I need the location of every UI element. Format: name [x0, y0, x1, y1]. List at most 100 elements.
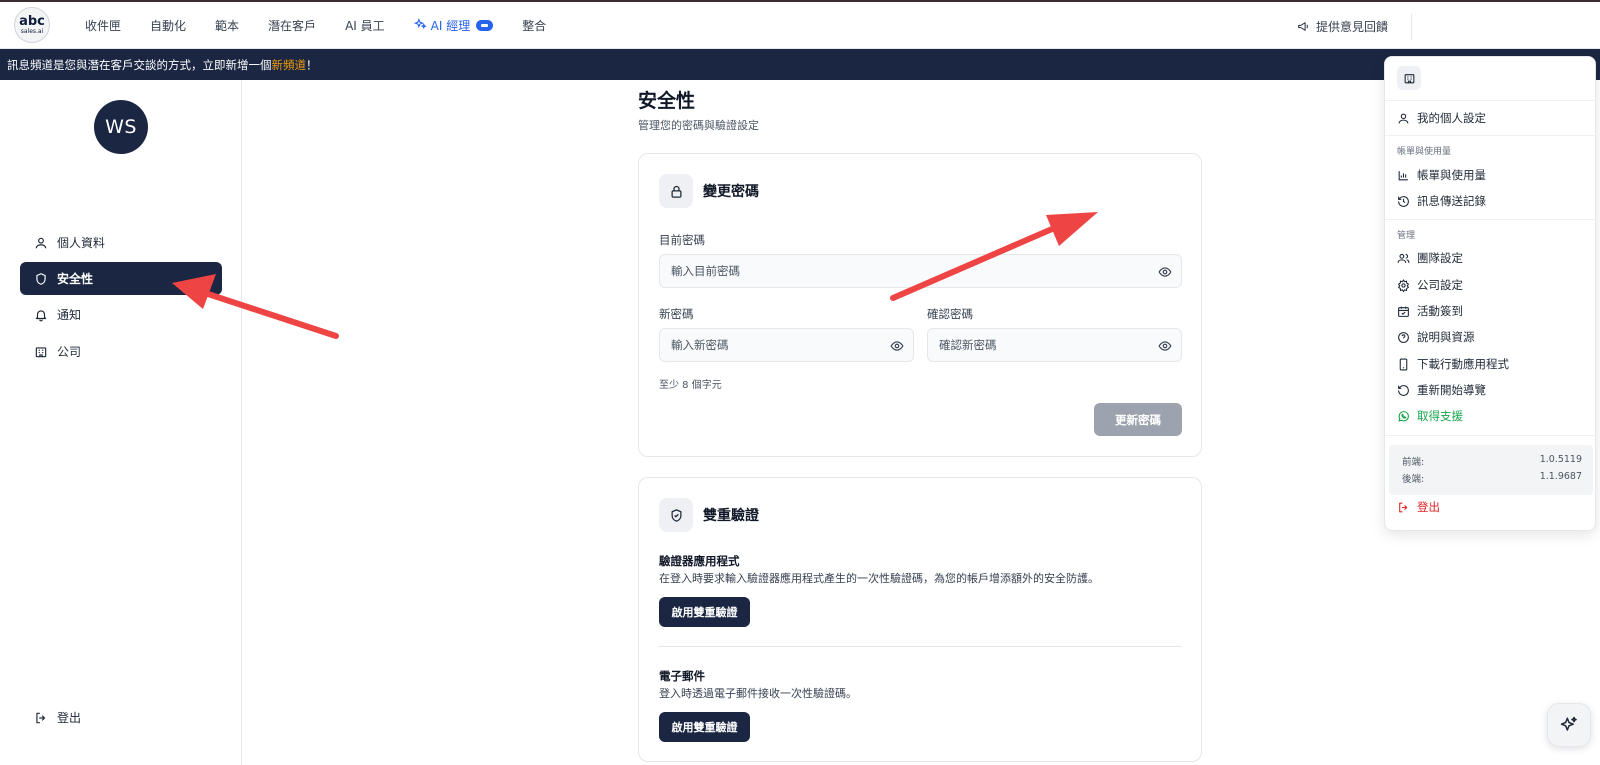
- eye-icon[interactable]: [1158, 265, 1172, 279]
- menu-item-message-log[interactable]: 訊息傳送記錄: [1397, 193, 1486, 209]
- sidebar-item-profile[interactable]: 個人資料: [20, 226, 222, 259]
- section-divider: [659, 646, 1181, 647]
- app-logo[interactable]: abc sales.ai: [14, 7, 50, 43]
- history-icon: [1397, 195, 1410, 208]
- menu-item-label: 登出: [1417, 500, 1440, 514]
- nav-item-templates[interactable]: 範本: [215, 17, 239, 34]
- users-icon: [1397, 252, 1410, 265]
- change-password-title: 變更密碼: [703, 184, 759, 200]
- enable-2fa-app-button[interactable]: 啟用雙重驗證: [659, 597, 750, 627]
- page-title: 安全性: [638, 90, 696, 112]
- banner-text: 訊息頻道是您與潛在客戶交談的方式，立即新增一個: [7, 57, 272, 72]
- avatar: WS: [94, 100, 148, 154]
- logout-icon: [1397, 501, 1410, 514]
- feedback-label: 提供意見回饋: [1316, 20, 1389, 34]
- nav-item-automation[interactable]: 自動化: [150, 17, 186, 34]
- bar-chart-icon: [1397, 169, 1410, 182]
- menu-item-download-app[interactable]: 下載行動應用程式: [1397, 356, 1509, 372]
- ai-assistant-button[interactable]: [1547, 703, 1591, 747]
- menu-group-billing: 帳單與使用量: [1397, 147, 1452, 157]
- menu-divider: [1385, 435, 1597, 436]
- menu-item-label: 活動簽到: [1417, 304, 1463, 318]
- channel-banner: 訊息頻道是您與潛在客戶交談的方式，立即新增一個 新頻道 ！: [0, 49, 1600, 80]
- eye-icon[interactable]: [890, 339, 904, 353]
- menu-item-label: 訊息傳送記錄: [1417, 194, 1486, 208]
- banner-suffix: ！: [306, 57, 318, 72]
- menu-item-billing[interactable]: 帳單與使用量: [1397, 167, 1486, 183]
- change-password-header: 變更密碼: [659, 174, 759, 208]
- two-factor-card: 雙重驗證 驗證器應用程式 在登入時要求輸入驗證器應用程式產生的一次性驗證碼，為您…: [638, 477, 1202, 762]
- menu-header: [1385, 57, 1597, 101]
- nav-item-leads[interactable]: 潛在客戶: [268, 17, 316, 34]
- current-password-field: [659, 254, 1182, 288]
- new-password-label: 新密碼: [659, 307, 694, 321]
- shield-check-icon: [659, 498, 693, 532]
- menu-item-team[interactable]: 團隊設定: [1397, 250, 1463, 266]
- sidebar-item-security[interactable]: 安全性: [20, 262, 222, 295]
- menu-item-checkin[interactable]: 活動簽到: [1397, 303, 1463, 319]
- menu-item-help[interactable]: 說明與資源: [1397, 329, 1475, 345]
- sidebar-logout-label: 登出: [57, 711, 82, 725]
- sidebar-item-notifications[interactable]: 通知: [20, 298, 222, 331]
- new-password-input[interactable]: [660, 329, 913, 361]
- logo-subtext: sales.ai: [20, 28, 44, 35]
- menu-item-label: 下載行動應用程式: [1417, 357, 1509, 371]
- nav-item-ai-employee[interactable]: AI 員工: [345, 17, 385, 34]
- menu-divider: [1385, 219, 1597, 220]
- gear-icon: [1397, 278, 1410, 292]
- avatar-name-obscured: [88, 164, 158, 168]
- change-password-card: 變更密碼 目前密碼 新密碼 確認密碼 至少 8 個字元 更新密碼: [638, 153, 1202, 457]
- nav-item-ai-manager[interactable]: AI 經理: [413, 17, 494, 34]
- menu-item-logout[interactable]: 登出: [1397, 499, 1440, 515]
- email-2fa-title: 電子郵件: [659, 669, 705, 683]
- lock-icon: [659, 174, 693, 208]
- sparkle-icon: [413, 17, 427, 34]
- whatsapp-icon: [1397, 410, 1410, 423]
- sidebar-logout-button[interactable]: 登出: [34, 709, 81, 726]
- menu-item-label: 取得支援: [1417, 409, 1463, 423]
- sidebar-item-label: 個人資料: [57, 236, 106, 250]
- authenticator-app-description: 在登入時要求輸入驗證器應用程式產生的一次性驗證碼，為您的帳戶增添額外的安全防護。: [659, 572, 1099, 585]
- password-hint: 至少 8 個字元: [659, 380, 722, 391]
- logout-icon: [34, 711, 48, 725]
- settings-sidebar: WS 個人資料 安全性 通知 公司 登出: [0, 80, 242, 765]
- nav-item-integrations[interactable]: 整合: [522, 17, 546, 34]
- nav-menu: 收件匣 自動化 範本 潛在客戶 AI 員工 AI 經理 整合: [85, 2, 575, 49]
- user-icon: [1397, 112, 1410, 125]
- menu-item-support[interactable]: 取得支援: [1397, 408, 1463, 424]
- help-circle-icon: [1397, 331, 1410, 344]
- banner-link[interactable]: 新頻道: [272, 57, 307, 73]
- eye-icon[interactable]: [1158, 339, 1172, 353]
- authenticator-app-title: 驗證器應用程式: [659, 554, 740, 568]
- nav-divider: [1411, 14, 1412, 40]
- menu-item-label: 帳單與使用量: [1417, 168, 1486, 182]
- feedback-button[interactable]: 提供意見回饋: [1297, 18, 1388, 35]
- update-password-button[interactable]: 更新密碼: [1094, 403, 1182, 436]
- logo-text: abc: [19, 14, 45, 29]
- confirm-password-label: 確認密碼: [927, 307, 973, 321]
- sidebar-item-label: 安全性: [57, 272, 94, 286]
- two-factor-title: 雙重驗證: [703, 508, 759, 524]
- user-icon: [34, 236, 48, 250]
- menu-item-restart-tour[interactable]: 重新開始導覽: [1397, 382, 1486, 398]
- sidebar-item-company[interactable]: 公司: [20, 335, 222, 368]
- building-icon: [1397, 66, 1421, 90]
- frontend-version-row: 前端: 1.0.5119: [1402, 454, 1582, 468]
- avatar-initials: WS: [105, 116, 137, 138]
- menu-item-my-settings[interactable]: 我的個人設定: [1397, 110, 1486, 126]
- current-password-label: 目前密碼: [659, 233, 705, 247]
- enable-2fa-email-button[interactable]: 啟用雙重驗證: [659, 712, 750, 742]
- megaphone-icon: [1297, 20, 1310, 33]
- menu-item-company[interactable]: 公司設定: [1397, 277, 1463, 293]
- two-factor-header: 雙重驗證: [659, 498, 759, 532]
- phone-icon: [1397, 358, 1410, 371]
- rotate-ccw-icon: [1397, 384, 1410, 397]
- nav-item-inbox[interactable]: 收件匣: [85, 17, 121, 34]
- sidebar-item-label: 通知: [57, 308, 82, 322]
- backend-version: 1.1.9687: [1539, 471, 1582, 482]
- confirm-password-field: [927, 328, 1182, 362]
- current-password-input[interactable]: [660, 255, 1181, 287]
- menu-divider: [1385, 135, 1597, 136]
- nav-item-ai-manager-label: AI 經理: [430, 19, 471, 33]
- confirm-password-input[interactable]: [928, 329, 1181, 361]
